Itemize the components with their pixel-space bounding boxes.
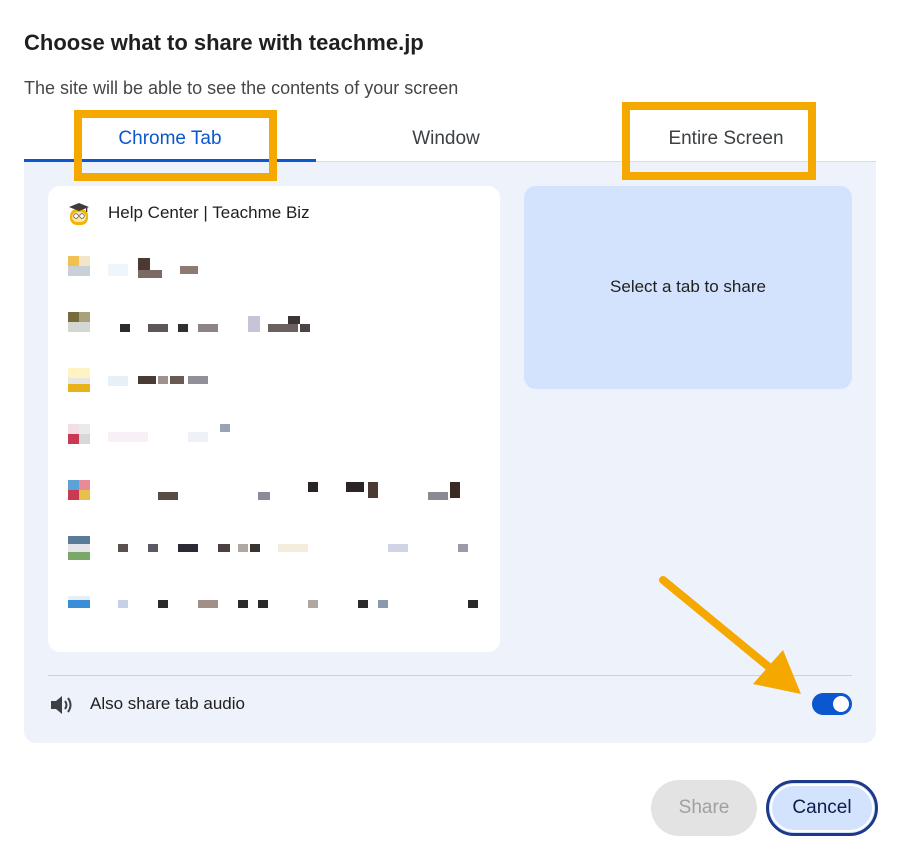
tab-list: Help Center | Teachme Biz <box>48 186 500 652</box>
speaker-icon <box>51 696 72 714</box>
favicon-icon <box>68 592 90 620</box>
tab-list-item[interactable] <box>48 298 500 354</box>
tab-list-item-label: Help Center | Teachme Biz <box>108 203 310 222</box>
tab-list-item[interactable] <box>48 410 500 466</box>
share-type-tabs: Chrome Tab Window Entire Screen <box>24 118 876 162</box>
obscured-tab-title <box>108 544 478 556</box>
dialog-subtitle: The site will be able to see the content… <box>24 78 459 98</box>
dialog-title: Choose what to share with teachme.jp <box>24 30 424 55</box>
tab-list-item[interactable] <box>48 522 500 578</box>
favicon-icon <box>68 368 90 396</box>
tab-list-item[interactable] <box>48 354 500 410</box>
favicon-icon <box>68 536 90 564</box>
obscured-tab-title <box>108 482 468 500</box>
tab-chrome-tab[interactable]: Chrome Tab <box>24 118 316 162</box>
tab-list-item[interactable]: Help Center | Teachme Biz <box>48 186 500 242</box>
audio-share-toggle[interactable] <box>812 693 852 715</box>
tab-window[interactable]: Window <box>316 118 576 162</box>
tab-entire-screen[interactable]: Entire Screen <box>576 118 876 162</box>
toggle-knob <box>833 696 849 712</box>
tab-list-item[interactable] <box>48 578 500 634</box>
teachme-owl-icon <box>69 203 89 225</box>
obscured-tab-title <box>108 600 478 612</box>
audio-share-label: Also share tab audio <box>90 694 245 713</box>
obscured-tab-title <box>108 258 248 278</box>
tab-list-item[interactable] <box>48 242 500 298</box>
favicon-icon <box>68 312 90 340</box>
obscured-tab-title <box>108 316 368 332</box>
tab-list-item[interactable] <box>48 466 500 522</box>
obscured-tab-title <box>108 424 248 444</box>
obscured-tab-title <box>108 376 258 388</box>
favicon-icon <box>68 424 90 452</box>
share-preview: Select a tab to share <box>524 186 852 389</box>
preview-message: Select a tab to share <box>610 277 766 296</box>
cancel-button[interactable]: Cancel <box>766 780 878 836</box>
share-button[interactable]: Share <box>651 780 757 836</box>
favicon-icon <box>68 256 90 284</box>
favicon-icon <box>68 480 90 508</box>
annotation-arrow-icon <box>659 576 801 694</box>
